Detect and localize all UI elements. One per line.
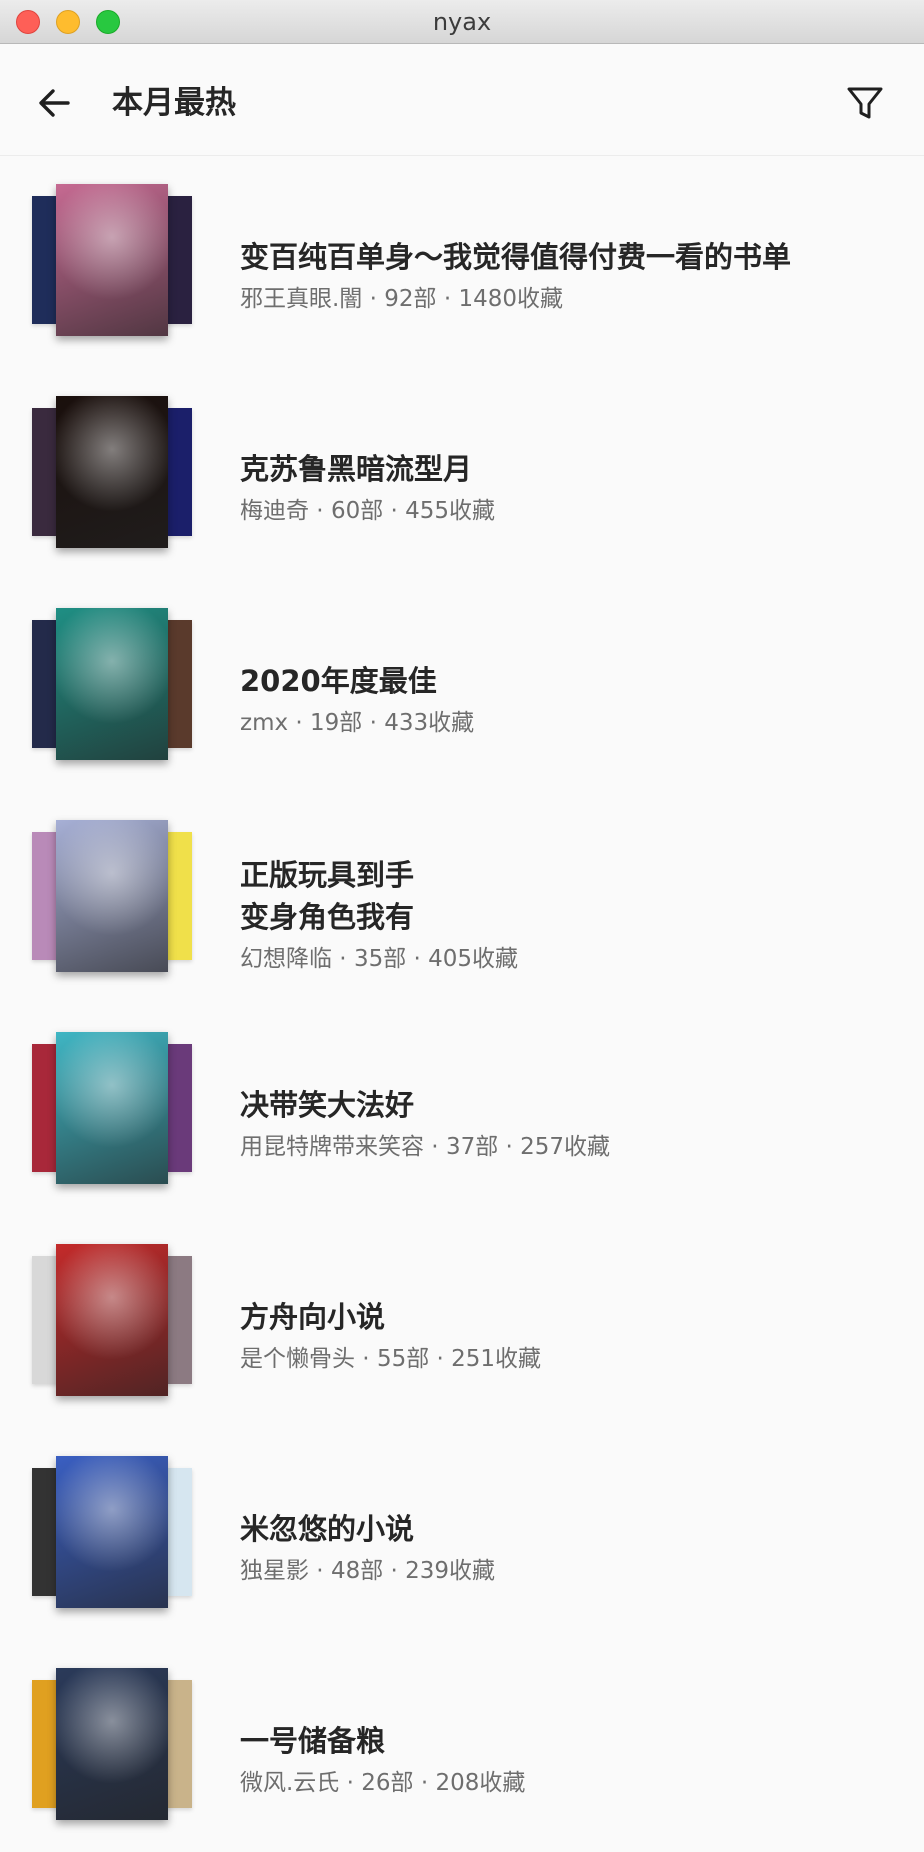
app-bar: 本月最热 bbox=[0, 44, 924, 156]
booklist-info: 米忽悠的小说独星影 · 48部 · 239收藏 bbox=[240, 1508, 900, 1588]
booklist-cover-stack bbox=[32, 1456, 194, 1612]
booklist-cover-stack bbox=[32, 608, 194, 764]
booklist-favorites: 208收藏 bbox=[435, 1770, 526, 1796]
meta-separator: · bbox=[332, 946, 354, 972]
meta-separator: · bbox=[362, 286, 385, 312]
meta-separator: · bbox=[383, 498, 406, 524]
booklist-favorites: 257收藏 bbox=[520, 1134, 611, 1160]
booklist-title: 2020年度最佳 bbox=[240, 664, 437, 698]
arrow-left-icon bbox=[39, 89, 70, 117]
booklist-count: 35部 bbox=[353, 946, 407, 972]
booklist-title: 决带笑大法好 bbox=[240, 1088, 415, 1122]
meta-separator: · bbox=[362, 710, 385, 736]
window-title: nyax bbox=[432, 8, 492, 36]
booklist-count: 48部 bbox=[330, 1558, 384, 1584]
booklist-info: 克苏鲁黑暗流型月梅迪奇 · 60部 · 455收藏 bbox=[240, 448, 900, 528]
booklist-cover-stack bbox=[32, 396, 194, 552]
booklist-item[interactable]: 变百纯百单身～我觉得值得付费一看的书单邪王真眼.闇 · 92部 · 1480收藏 bbox=[0, 156, 924, 368]
booklist-info: 决带笑大法好用昆特牌带来笑容 · 37部 · 257收藏 bbox=[240, 1084, 900, 1164]
meta-separator: · bbox=[309, 498, 331, 524]
booklist-count: 19部 bbox=[310, 710, 363, 736]
booklist-cover-stack bbox=[32, 1032, 194, 1188]
cover-image bbox=[56, 1456, 168, 1608]
booklist-cover-stack bbox=[32, 184, 194, 340]
meta-separator: · bbox=[355, 1346, 377, 1372]
booklist-meta: 用昆特牌带来笑容 · 37部 · 257收藏 bbox=[240, 1130, 900, 1164]
booklist-author: 邪王真眼.闇 bbox=[240, 286, 363, 312]
filter-button[interactable] bbox=[840, 78, 890, 128]
booklist-cover-stack bbox=[32, 1668, 194, 1824]
booklist-count: 37部 bbox=[445, 1134, 499, 1160]
booklist-info: 变百纯百单身～我觉得值得付费一看的书单邪王真眼.闇 · 92部 · 1480收藏 bbox=[240, 236, 900, 316]
meta-separator: · bbox=[309, 1558, 331, 1584]
booklist-meta: 是个懒骨头 · 55部 · 251收藏 bbox=[240, 1342, 900, 1376]
cover-image bbox=[56, 396, 168, 548]
filter-icon bbox=[847, 87, 883, 119]
booklist-info: 一号储备粮微风.云氏 · 26部 · 208收藏 bbox=[240, 1720, 900, 1800]
cover-image bbox=[56, 820, 168, 972]
booklist-author: 用昆特牌带来笑容 bbox=[240, 1134, 424, 1160]
booklist-author: 是个懒骨头 bbox=[240, 1346, 355, 1372]
booklist-item[interactable]: 米忽悠的小说独星影 · 48部 · 239收藏 bbox=[0, 1428, 924, 1640]
booklist-item[interactable]: 正版玩具到手 变身角色我有幻想降临 · 35部 · 405收藏 bbox=[0, 792, 924, 1004]
booklist-info: 正版玩具到手 变身角色我有幻想降临 · 35部 · 405收藏 bbox=[240, 854, 900, 976]
booklist-favorites: 433收藏 bbox=[384, 710, 475, 736]
booklist-count: 26部 bbox=[361, 1770, 414, 1796]
meta-separator: · bbox=[436, 286, 459, 312]
booklist-favorites: 251收藏 bbox=[451, 1346, 542, 1372]
booklist-author: 独星影 bbox=[240, 1558, 309, 1584]
window-titlebar: nyax bbox=[0, 0, 924, 44]
booklist-meta: zmx · 19部 · 433收藏 bbox=[240, 706, 900, 740]
booklist-author: 幻想降临 bbox=[240, 946, 332, 972]
cover-image bbox=[56, 1032, 168, 1184]
booklist-item[interactable]: 决带笑大法好用昆特牌带来笑容 · 37部 · 257收藏 bbox=[0, 1004, 924, 1216]
booklist-favorites: 239收藏 bbox=[405, 1558, 496, 1584]
meta-separator: · bbox=[406, 946, 429, 972]
booklist-item[interactable]: 2020年度最佳 zmx · 19部 · 433收藏 bbox=[0, 580, 924, 792]
cover-image bbox=[56, 1668, 168, 1820]
booklist-title: 米忽悠的小说 bbox=[240, 1512, 415, 1546]
booklist-cover-stack bbox=[32, 1244, 194, 1400]
booklist-meta: 微风.云氏 · 26部 · 208收藏 bbox=[240, 1766, 900, 1800]
booklist-info: 2020年度最佳 zmx · 19部 · 433收藏 bbox=[240, 660, 900, 740]
booklist-cover-stack bbox=[32, 820, 194, 976]
booklist-item[interactable]: 克苏鲁黑暗流型月梅迪奇 · 60部 · 455收藏 bbox=[0, 368, 924, 580]
booklist-title: 一号储备粮 bbox=[240, 1724, 386, 1758]
booklist-meta: 幻想降临 · 35部 · 405收藏 bbox=[240, 942, 900, 976]
booklist-count: 60部 bbox=[330, 498, 384, 524]
cover-image bbox=[56, 608, 168, 760]
meta-separator: · bbox=[429, 1346, 452, 1372]
meta-separator: · bbox=[383, 1558, 406, 1584]
booklist-author: 梅迪奇 bbox=[240, 498, 309, 524]
meta-separator: · bbox=[424, 1134, 446, 1160]
booklist-count: 55部 bbox=[376, 1346, 430, 1372]
meta-separator: · bbox=[288, 710, 311, 736]
booklist-title: 克苏鲁黑暗流型月 bbox=[240, 452, 473, 486]
booklist-title: 方舟向小说 bbox=[240, 1300, 386, 1334]
back-button[interactable] bbox=[30, 78, 80, 128]
booklist-favorites: 455收藏 bbox=[405, 498, 496, 524]
booklist-item[interactable]: 一号储备粮微风.云氏 · 26部 · 208收藏 bbox=[0, 1640, 924, 1852]
booklist-info: 方舟向小说是个懒骨头 · 55部 · 251收藏 bbox=[240, 1296, 900, 1376]
booklist-favorites: 405收藏 bbox=[428, 946, 519, 972]
page-title: 本月最热 bbox=[112, 85, 236, 121]
meta-separator: · bbox=[339, 1770, 362, 1796]
booklist-author: zmx bbox=[240, 710, 289, 736]
cover-image bbox=[56, 1244, 168, 1396]
booklist-item[interactable]: 方舟向小说是个懒骨头 · 55部 · 251收藏 bbox=[0, 1216, 924, 1428]
cover-image bbox=[56, 184, 168, 336]
booklist-author: 微风.云氏 bbox=[240, 1770, 340, 1796]
booklist-meta: 独星影 · 48部 · 239收藏 bbox=[240, 1554, 900, 1588]
booklist-count: 92部 bbox=[384, 286, 437, 312]
booklist-title: 正版玩具到手 变身角色我有 bbox=[240, 858, 415, 934]
booklist-favorites: 1480收藏 bbox=[458, 286, 564, 312]
meta-separator: · bbox=[498, 1134, 521, 1160]
meta-separator: · bbox=[413, 1770, 436, 1796]
booklist-title: 变百纯百单身～我觉得值得付费一看的书单 bbox=[240, 240, 792, 274]
booklist-meta: 邪王真眼.闇 · 92部 · 1480收藏 bbox=[240, 282, 900, 316]
booklist-meta: 梅迪奇 · 60部 · 455收藏 bbox=[240, 494, 900, 528]
